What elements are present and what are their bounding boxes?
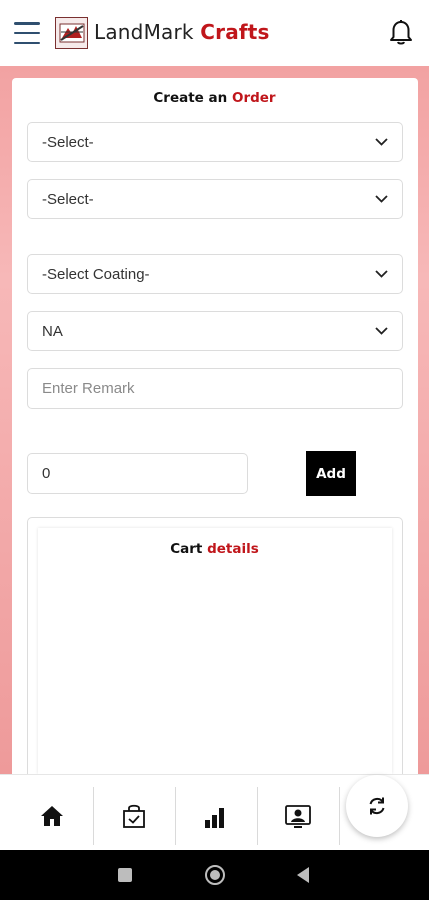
- chevron-down-icon: [375, 270, 388, 278]
- refresh-button[interactable]: [346, 775, 408, 837]
- shopping-bag-check-icon: [123, 804, 145, 828]
- chevron-down-icon: [375, 138, 388, 146]
- nav-orders[interactable]: [94, 787, 174, 845]
- back-icon[interactable]: [297, 867, 309, 883]
- chevron-down-icon: [375, 327, 388, 335]
- title-main: Create an: [153, 90, 228, 106]
- hamburger-menu-icon[interactable]: [14, 22, 40, 44]
- cart-title-main: Cart: [170, 541, 203, 557]
- product-select-value: -Select-: [42, 190, 94, 208]
- quantity-value: 0: [42, 465, 51, 482]
- recent-apps-icon[interactable]: [118, 868, 132, 882]
- remark-placeholder: Enter Remark: [42, 380, 135, 397]
- category-select-value: -Select-: [42, 133, 94, 151]
- coating-select-value: -Select Coating-: [42, 265, 150, 283]
- category-select[interactable]: -Select-: [27, 122, 403, 162]
- home-icon: [41, 806, 63, 826]
- add-button[interactable]: Add: [306, 451, 356, 496]
- title-accent: Order: [231, 90, 276, 106]
- brand-logo: [55, 17, 88, 49]
- brand-name-accent: Crafts: [200, 20, 270, 44]
- create-order-title: Create an Order: [0, 90, 429, 106]
- contact-card-icon: [285, 805, 311, 828]
- system-navigation-bar: [0, 850, 429, 900]
- nav-home[interactable]: [12, 787, 92, 845]
- remark-input[interactable]: Enter Remark: [27, 368, 403, 409]
- nav-profile[interactable]: [258, 787, 338, 845]
- cart-details-title: Cart details: [0, 541, 429, 557]
- home-system-icon[interactable]: [205, 865, 225, 885]
- refresh-icon: [369, 797, 385, 815]
- product-select[interactable]: -Select-: [27, 179, 403, 219]
- bar-chart-icon: [205, 808, 224, 828]
- app-header: LandMark Crafts: [0, 0, 429, 66]
- option-select[interactable]: NA: [27, 311, 403, 351]
- cart-panel: [38, 528, 392, 774]
- brand-name-main: LandMark: [94, 20, 194, 44]
- option-select-value: NA: [42, 322, 63, 340]
- quantity-input[interactable]: 0: [27, 453, 248, 494]
- nav-reports[interactable]: [176, 787, 256, 845]
- notification-bell-icon[interactable]: [386, 18, 416, 48]
- app-brand-title: LandMark Crafts: [94, 20, 270, 44]
- cart-title-accent: details: [207, 541, 259, 557]
- nav-divider: [339, 787, 340, 845]
- chevron-down-icon: [375, 195, 388, 203]
- coating-select[interactable]: -Select Coating-: [27, 254, 403, 294]
